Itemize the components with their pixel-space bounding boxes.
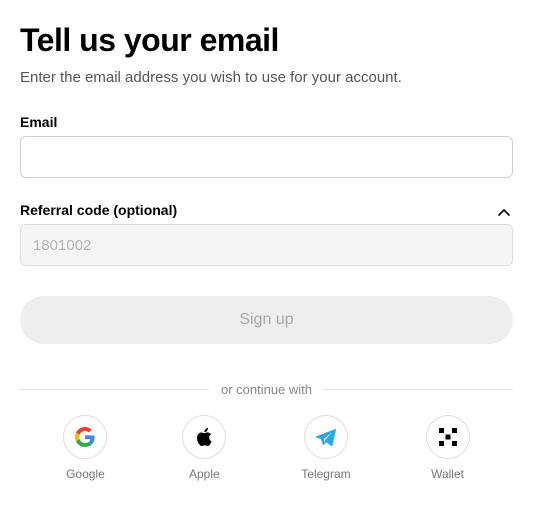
email-field-group: Email: [20, 114, 513, 178]
provider-label-telegram: Telegram: [301, 467, 350, 481]
page-title: Tell us your email: [20, 22, 513, 59]
provider-google[interactable]: Google: [63, 415, 107, 481]
email-label: Email: [20, 114, 513, 130]
providers-row: Google Apple Telegram Wallet: [20, 415, 513, 481]
referral-input[interactable]: [20, 224, 513, 266]
provider-telegram[interactable]: Telegram: [301, 415, 350, 481]
page-subtitle: Enter the email address you wish to use …: [20, 69, 513, 86]
provider-label-google: Google: [66, 467, 105, 481]
signup-button[interactable]: Sign up: [20, 296, 513, 344]
wallet-icon: [426, 415, 470, 459]
telegram-icon: [304, 415, 348, 459]
divider-line-left: [20, 389, 209, 390]
google-icon: [63, 415, 107, 459]
provider-apple[interactable]: Apple: [182, 415, 226, 481]
referral-label: Referral code (optional): [20, 202, 177, 218]
email-input[interactable]: [20, 136, 513, 178]
divider-line-right: [324, 389, 513, 390]
divider: or continue with: [20, 382, 513, 397]
divider-text: or continue with: [221, 382, 312, 397]
provider-label-apple: Apple: [189, 467, 220, 481]
chevron-up-icon[interactable]: [495, 204, 513, 222]
provider-label-wallet: Wallet: [431, 467, 464, 481]
provider-wallet[interactable]: Wallet: [426, 415, 470, 481]
referral-field-group: Referral code (optional): [20, 202, 513, 266]
apple-icon: [182, 415, 226, 459]
